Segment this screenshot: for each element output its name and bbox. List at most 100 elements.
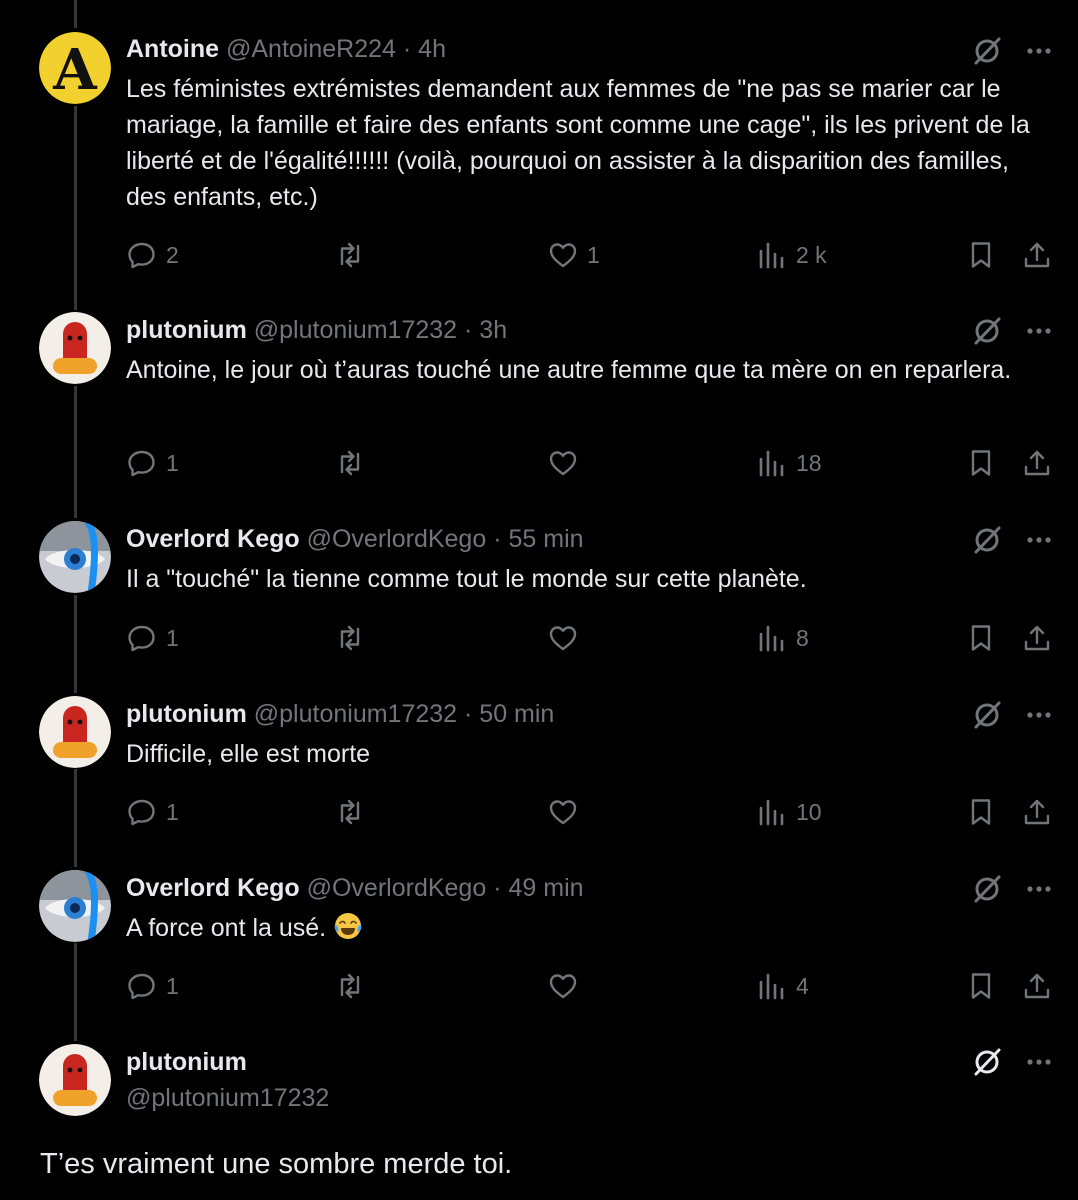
share-button[interactable] [1021,235,1053,275]
face-with-tears-of-joy-emoji [334,913,362,939]
reply-icon [128,450,155,477]
grok-icon[interactable] [970,698,1004,732]
timestamp[interactable]: 49 min [508,874,583,902]
user-handle[interactable]: @plutonium17232 [254,700,457,728]
user-handle[interactable]: @plutonium17232 [126,1084,329,1112]
timestamp[interactable]: 3h [479,316,507,344]
share-icon [1024,973,1050,999]
user-handle[interactable]: @OverlordKego [307,525,487,553]
tweet-text: Difficile, elle est morte [126,740,371,768]
like-button[interactable] [547,966,587,1006]
tweet-actions: 1 8 [126,618,1056,658]
bookmark-button[interactable] [965,235,997,275]
views-button[interactable]: 10 [756,792,822,832]
user-handle[interactable]: @OverlordKego [307,874,487,902]
reply-button[interactable]: 2 [126,235,179,275]
grok-icon[interactable] [970,523,1004,557]
thread-line [74,769,77,867]
grok-icon[interactable] [970,1045,1004,1079]
tweet-top-icons [970,698,1056,732]
like-icon [549,243,577,268]
repost-button[interactable] [334,618,374,658]
timestamp[interactable]: 50 min [479,700,554,728]
separator: · [464,316,473,344]
more-icon[interactable] [1022,872,1056,906]
display-name[interactable]: Antoine [126,35,219,63]
timestamp[interactable]: 55 min [508,525,583,553]
bookmark-button[interactable] [965,443,997,483]
share-button[interactable] [1021,966,1053,1006]
avatar[interactable]: A [39,32,111,104]
display-name[interactable]: plutonium [126,1048,247,1076]
repost-button[interactable] [334,235,374,275]
tweet-text: Les féministes extrémistes demandent aux… [126,75,1030,211]
views-icon [759,242,784,269]
views-button[interactable]: 2 k [756,235,827,275]
bookmark-icon [971,242,991,268]
display-name[interactable]: plutonium [126,700,247,728]
reply-count: 1 [166,798,179,825]
reply-button[interactable]: 1 [126,443,179,483]
display-name[interactable]: Overlord Kego [126,525,300,553]
grok-icon[interactable] [970,34,1004,68]
views-button[interactable]: 8 [756,618,809,658]
grok-icon[interactable] [970,872,1004,906]
share-button[interactable] [1021,443,1053,483]
share-button[interactable] [1021,618,1053,658]
tweet-top-icons [970,1045,1056,1079]
reply-button[interactable]: 1 [126,618,179,658]
tweet-text-container: A force ont la usé. [126,910,1036,946]
reply-button[interactable]: 1 [126,792,179,832]
avatar[interactable] [39,521,111,593]
avatar[interactable] [39,696,111,768]
avatar[interactable] [39,1044,111,1116]
views-button[interactable]: 18 [756,443,822,483]
display-name[interactable]: plutonium [126,316,247,344]
grok-icon[interactable] [970,314,1004,348]
repost-button[interactable] [334,792,374,832]
avatar[interactable] [39,312,111,384]
views-count: 2 k [796,241,827,268]
repost-icon [340,625,360,651]
share-icon [1024,450,1050,476]
like-icon [549,800,577,825]
share-button[interactable] [1021,792,1053,832]
more-icon[interactable] [1022,698,1056,732]
reply-button[interactable]: 1 [126,966,179,1006]
bookmark-button[interactable] [965,618,997,658]
views-icon [759,450,784,477]
tweet-header: Antoine @AntoineR224 · 4h [126,34,446,64]
repost-button[interactable] [334,966,374,1006]
like-icon [549,974,577,999]
share-icon [1024,625,1050,651]
more-icon[interactable] [1022,1045,1056,1079]
like-button[interactable] [547,443,587,483]
user-handle[interactable]: @plutonium17232 [254,316,457,344]
bookmark-button[interactable] [965,792,997,832]
timestamp[interactable]: 4h [418,35,446,63]
separator: · [493,874,502,902]
repost-button[interactable] [334,443,374,483]
tweet-top-icons [970,34,1056,68]
tweet-text: Antoine, le jour où t’auras touché une a… [126,356,1012,384]
avatar[interactable] [39,870,111,942]
user-handle[interactable]: @AntoineR224 [226,35,396,63]
like-button[interactable]: 1 [547,235,600,275]
display-name[interactable]: Overlord Kego [126,874,300,902]
tweet-text: Il a "touché" la tienne comme tout le mo… [126,565,807,593]
views-button[interactable]: 4 [756,966,809,1006]
more-icon[interactable] [1022,34,1056,68]
like-icon [549,451,577,476]
more-icon[interactable] [1022,523,1056,557]
like-button[interactable] [547,792,587,832]
tweet-header: Overlord Kego @OverlordKego · 49 min [126,873,584,903]
views-count: 8 [796,624,809,651]
reply-count: 1 [166,972,179,999]
like-button[interactable] [547,618,587,658]
share-icon [1024,242,1050,268]
bookmark-button[interactable] [965,966,997,1006]
more-icon[interactable] [1022,314,1056,348]
thread-line [74,386,77,518]
tweet-top-icons [970,314,1056,348]
views-icon [759,973,784,1000]
